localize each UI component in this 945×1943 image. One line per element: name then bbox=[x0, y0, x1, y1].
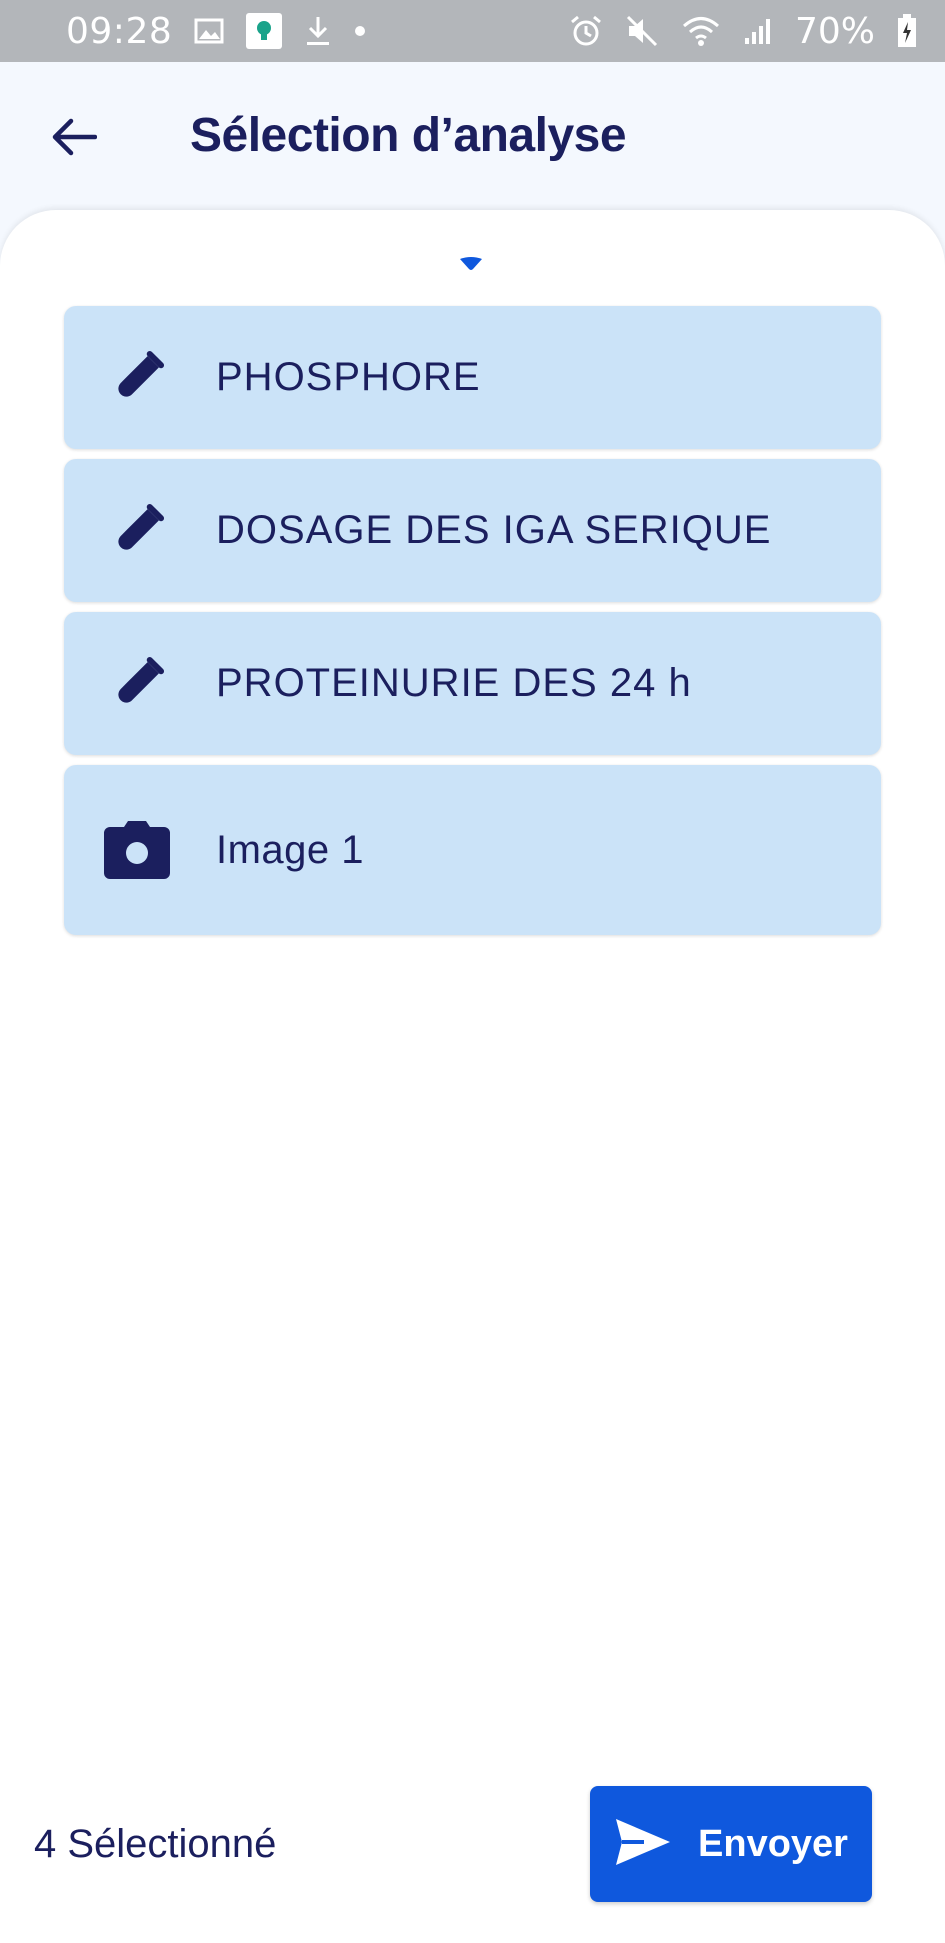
back-button[interactable] bbox=[38, 104, 108, 174]
analysis-item-label: DOSAGE DES IGA SERIQUE bbox=[216, 508, 772, 552]
analysis-item-dosage-iga[interactable]: DOSAGE DES IGA SERIQUE bbox=[64, 459, 881, 602]
battery-percent: 70% bbox=[794, 10, 875, 52]
analysis-item-label: PROTEINURIE DES 24 h bbox=[216, 661, 692, 705]
analysis-sheet: PHOSPHORE DOSAGE DES IGA SERIQUE PROTEIN… bbox=[0, 210, 945, 1943]
dot-icon bbox=[354, 25, 366, 37]
status-bar: 09:28 70% bbox=[0, 0, 945, 62]
wifi-icon bbox=[681, 15, 721, 47]
download-icon bbox=[304, 15, 332, 47]
selected-count: 4 Sélectionné bbox=[34, 1822, 277, 1866]
send-button[interactable]: Envoyer bbox=[590, 1786, 872, 1902]
analysis-list: PHOSPHORE DOSAGE DES IGA SERIQUE PROTEIN… bbox=[64, 306, 881, 935]
analysis-item-proteinurie[interactable]: PROTEINURIE DES 24 h bbox=[64, 612, 881, 755]
status-time: 09:28 bbox=[66, 10, 173, 52]
signal-icon bbox=[743, 16, 773, 46]
battery-charging-icon bbox=[897, 14, 917, 48]
test-tube-icon bbox=[104, 345, 170, 411]
analysis-item-phosphore[interactable]: PHOSPHORE bbox=[64, 306, 881, 449]
analysis-item-label: PHOSPHORE bbox=[216, 355, 481, 399]
analysis-item-label: Image 1 bbox=[216, 827, 365, 872]
page-title: Sélection d’analyse bbox=[190, 109, 627, 162]
send-icon bbox=[614, 1817, 672, 1872]
alarm-icon bbox=[569, 14, 603, 48]
mute-icon bbox=[625, 14, 659, 48]
gallery-icon bbox=[194, 18, 224, 44]
test-tube-icon bbox=[104, 498, 170, 564]
caret-down-icon bbox=[458, 256, 484, 277]
top-app-bar: Sélection d’analyse bbox=[0, 62, 945, 212]
app-notification-icon bbox=[246, 13, 283, 49]
analysis-item-image-1[interactable]: Image 1 bbox=[64, 765, 881, 935]
test-tube-icon bbox=[104, 651, 170, 717]
arrow-left-icon bbox=[49, 117, 98, 162]
collapse-handle[interactable] bbox=[458, 256, 484, 277]
send-button-label: Envoyer bbox=[698, 1822, 848, 1865]
camera-icon bbox=[104, 817, 170, 883]
